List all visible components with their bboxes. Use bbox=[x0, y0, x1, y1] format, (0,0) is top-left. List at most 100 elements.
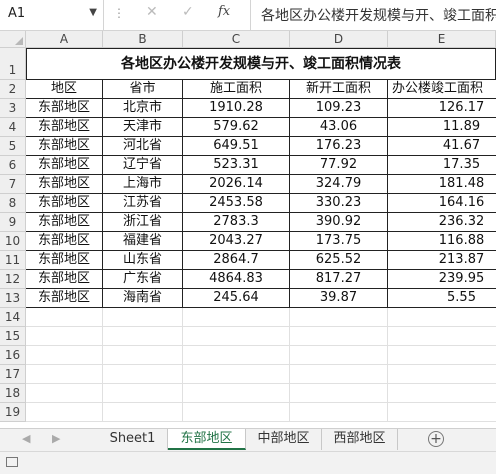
cell-c7[interactable]: 2026.14 bbox=[183, 175, 290, 194]
cell-a8[interactable]: 东部地区 bbox=[26, 194, 103, 213]
cell-a6[interactable]: 东部地区 bbox=[26, 156, 103, 175]
cell-e17[interactable] bbox=[388, 365, 496, 384]
row-header-10[interactable]: 10 bbox=[0, 232, 26, 251]
cell-d16[interactable] bbox=[290, 346, 388, 365]
cell-b11[interactable]: 山东省 bbox=[103, 251, 183, 270]
cell-e5[interactable]: 41.67 bbox=[388, 137, 496, 156]
cell-c13[interactable]: 245.64 bbox=[183, 289, 290, 308]
row-header-4[interactable]: 4 bbox=[0, 118, 26, 137]
spreadsheet-grid[interactable]: 地区 省市 施工面积 新开工面积 办公楼竣工面积 东部地区 北京市 1910.28 109.23… bbox=[26, 48, 496, 428]
cell-c3[interactable]: 1910.28 bbox=[183, 99, 290, 118]
row-header-9[interactable]: 9 bbox=[0, 213, 26, 232]
cell-a5[interactable]: 东部地区 bbox=[26, 137, 103, 156]
cell-b12[interactable]: 广东省 bbox=[103, 270, 183, 289]
row-header-7[interactable]: 7 bbox=[0, 175, 26, 194]
cell-c14[interactable] bbox=[183, 308, 290, 327]
cancel-icon[interactable]: ✕ bbox=[146, 4, 158, 20]
cell-e13[interactable]: 5.55 bbox=[388, 289, 496, 308]
cell-a3[interactable]: 东部地区 bbox=[26, 99, 103, 118]
function-icon[interactable]: fx bbox=[218, 4, 230, 19]
cell-e10[interactable]: 116.88 bbox=[388, 232, 496, 251]
cell-d8[interactable]: 330.23 bbox=[290, 194, 388, 213]
cell-d11[interactable]: 625.52 bbox=[290, 251, 388, 270]
cell-b10[interactable]: 福建省 bbox=[103, 232, 183, 251]
cell-c16[interactable] bbox=[183, 346, 290, 365]
select-all-button[interactable] bbox=[0, 31, 26, 48]
sheet-tab-2[interactable]: 中部地区 bbox=[246, 429, 322, 450]
cell-d15[interactable] bbox=[290, 327, 388, 346]
column-header-e[interactable]: E bbox=[388, 31, 496, 48]
cell-e3[interactable]: 126.17 bbox=[388, 99, 496, 118]
cell-e7[interactable]: 181.48 bbox=[388, 175, 496, 194]
cell-c19[interactable] bbox=[183, 403, 290, 422]
cell-e6[interactable]: 17.35 bbox=[388, 156, 496, 175]
cell-c15[interactable] bbox=[183, 327, 290, 346]
sheet-tab-0[interactable]: Sheet1 bbox=[98, 429, 168, 450]
cell-c2[interactable]: 施工面积 bbox=[183, 80, 290, 99]
column-header-d[interactable]: D bbox=[290, 31, 388, 48]
cell-d17[interactable] bbox=[290, 365, 388, 384]
cell-a10[interactable]: 东部地区 bbox=[26, 232, 103, 251]
cell-c5[interactable]: 649.51 bbox=[183, 137, 290, 156]
cell-b18[interactable] bbox=[103, 384, 183, 403]
cell-e19[interactable] bbox=[388, 403, 496, 422]
cell-c8[interactable]: 2453.58 bbox=[183, 194, 290, 213]
enter-icon[interactable]: ✓ bbox=[182, 4, 194, 20]
sheet-tab-3[interactable]: 西部地区 bbox=[322, 429, 398, 450]
cell-a7[interactable]: 东部地区 bbox=[26, 175, 103, 194]
cell-c9[interactable]: 2783.3 bbox=[183, 213, 290, 232]
name-box[interactable]: A1 ▼ bbox=[0, 0, 104, 30]
add-sheet-icon[interactable]: + bbox=[428, 431, 444, 447]
formula-input[interactable]: 各地区办公楼开发规模与开、竣工面积情况表 bbox=[250, 0, 496, 30]
cell-a4[interactable]: 东部地区 bbox=[26, 118, 103, 137]
row-header-2[interactable]: 2 bbox=[0, 80, 26, 99]
row-header-15[interactable]: 15 bbox=[0, 327, 26, 346]
cell-b13[interactable]: 海南省 bbox=[103, 289, 183, 308]
cell-c6[interactable]: 523.31 bbox=[183, 156, 290, 175]
cell-b4[interactable]: 天津市 bbox=[103, 118, 183, 137]
cell-b9[interactable]: 浙江省 bbox=[103, 213, 183, 232]
cell-b14[interactable] bbox=[103, 308, 183, 327]
row-header-8[interactable]: 8 bbox=[0, 194, 26, 213]
cell-e14[interactable] bbox=[388, 308, 496, 327]
sheet-tab-1[interactable]: 东部地区 bbox=[168, 429, 246, 450]
cell-e18[interactable] bbox=[388, 384, 496, 403]
cell-b2[interactable]: 省市 bbox=[103, 80, 183, 99]
row-header-13[interactable]: 13 bbox=[0, 289, 26, 308]
cell-a9[interactable]: 东部地区 bbox=[26, 213, 103, 232]
cell-b8[interactable]: 江苏省 bbox=[103, 194, 183, 213]
cell-c10[interactable]: 2043.27 bbox=[183, 232, 290, 251]
cell-b15[interactable] bbox=[103, 327, 183, 346]
row-header-3[interactable]: 3 bbox=[0, 99, 26, 118]
cell-b3[interactable]: 北京市 bbox=[103, 99, 183, 118]
cell-d18[interactable] bbox=[290, 384, 388, 403]
row-header-11[interactable]: 11 bbox=[0, 251, 26, 270]
cell-c18[interactable] bbox=[183, 384, 290, 403]
row-header-18[interactable]: 18 bbox=[0, 384, 26, 403]
row-header-17[interactable]: 17 bbox=[0, 365, 26, 384]
cell-c11[interactable]: 2864.7 bbox=[183, 251, 290, 270]
cell-a15[interactable] bbox=[26, 327, 103, 346]
row-header-14[interactable]: 14 bbox=[0, 308, 26, 327]
cell-e4[interactable]: 11.89 bbox=[388, 118, 496, 137]
row-header-6[interactable]: 6 bbox=[0, 156, 26, 175]
row-header-19[interactable]: 19 bbox=[0, 403, 26, 422]
cell-d7[interactable]: 324.79 bbox=[290, 175, 388, 194]
chevron-down-icon[interactable]: ▼ bbox=[89, 7, 97, 18]
cell-c17[interactable] bbox=[183, 365, 290, 384]
cell-d6[interactable]: 77.92 bbox=[290, 156, 388, 175]
cell-b5[interactable]: 河北省 bbox=[103, 137, 183, 156]
cell-b16[interactable] bbox=[103, 346, 183, 365]
cell-a13[interactable]: 东部地区 bbox=[26, 289, 103, 308]
cell-a11[interactable]: 东部地区 bbox=[26, 251, 103, 270]
cell-d12[interactable]: 817.27 bbox=[290, 270, 388, 289]
cell-e8[interactable]: 164.16 bbox=[388, 194, 496, 213]
cell-b19[interactable] bbox=[103, 403, 183, 422]
cell-d13[interactable]: 39.87 bbox=[290, 289, 388, 308]
cell-e16[interactable] bbox=[388, 346, 496, 365]
cell-a12[interactable]: 东部地区 bbox=[26, 270, 103, 289]
cell-d10[interactable]: 173.75 bbox=[290, 232, 388, 251]
cell-d4[interactable]: 43.06 bbox=[290, 118, 388, 137]
row-header-5[interactable]: 5 bbox=[0, 137, 26, 156]
cell-a14[interactable] bbox=[26, 308, 103, 327]
